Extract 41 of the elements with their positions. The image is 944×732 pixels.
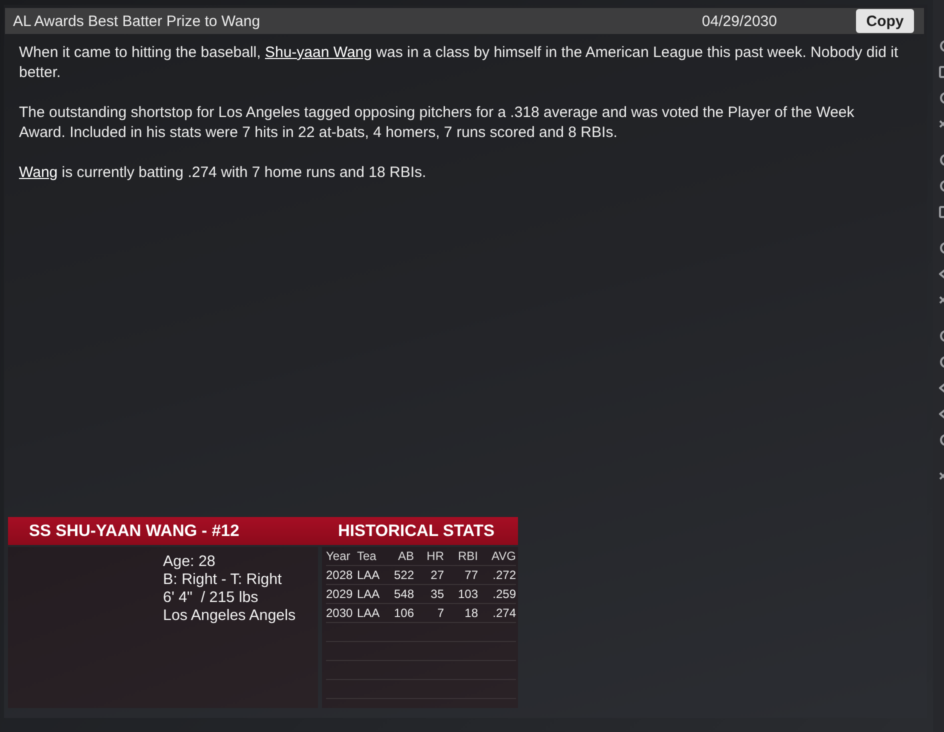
player-link[interactable]: Wang (19, 164, 58, 181)
player-link[interactable]: Shu-yaan Wang (264, 44, 372, 61)
article-title: AL Awards Best Batter Prize to Wang (13, 12, 262, 30)
article-paragraph: Wang is currently batting .274 with 7 home runs and 18 RBIs. (19, 163, 428, 183)
column-header: Year (326, 549, 352, 563)
copy-button[interactable]: Copy (856, 9, 914, 33)
cross-icon[interactable] (939, 470, 944, 482)
table-cell-text: LAA (357, 568, 381, 582)
table-cell-text: .272 (492, 568, 516, 582)
table-cell-text: .259 (492, 587, 516, 601)
column-header: AB (396, 549, 414, 563)
player-name-heading: SS SHU-YAAN WANG - #12 (28, 522, 240, 540)
cross-icon[interactable] (939, 118, 944, 130)
table-cell-text: 522 (392, 568, 414, 582)
article-paragraph: When it came to hitting the baseball, Shu-yaan Wang was in a class by himself in the American League this past week. Nobody did it better. (19, 43, 900, 83)
column-header: HR (426, 549, 444, 563)
table-cell-text: 103 (456, 587, 478, 601)
table-cell-text: 77 (464, 568, 478, 582)
table-cell-text: 7 (436, 606, 444, 620)
cross-icon[interactable] (939, 294, 944, 306)
table-cell-text: 2028 (326, 568, 354, 582)
table-cell-text: 27 (430, 568, 444, 582)
stats-heading: HISTORICAL STATS (337, 522, 496, 540)
table-cell-text: LAA (357, 606, 381, 620)
player-detail: 6' 4" / 215 lbs (163, 589, 260, 607)
table-cell-text: 106 (392, 606, 414, 620)
table-cell-text: 18 (464, 606, 478, 620)
player-detail: B: Right - T: Right (163, 571, 283, 589)
player-detail: Age: 28 (163, 553, 216, 571)
table-cell-text: 2029 (326, 587, 354, 601)
table-cell-text: 35 (430, 587, 444, 601)
player-detail: Los Angeles Angels (163, 607, 297, 625)
table-cell-text: 2030 (326, 606, 354, 620)
column-header: AVG (490, 549, 516, 563)
column-header: Tea (357, 549, 378, 563)
table-cell-text: LAA (357, 587, 381, 601)
table-cell-text: .274 (492, 606, 516, 620)
table-cell-text: 548 (392, 587, 414, 601)
column-header: RBI (456, 549, 478, 563)
article-date: 04/29/2030 (702, 12, 777, 30)
article-paragraph: The outstanding shortstop for Los Angeles tagged opposing pitchers for a .318 average and was voted the Player of the Week Award. Included in his stats were 7 hits in 22 at-bats, 4 homers, 7 runs scored and 8 RBIs. (19, 103, 856, 143)
